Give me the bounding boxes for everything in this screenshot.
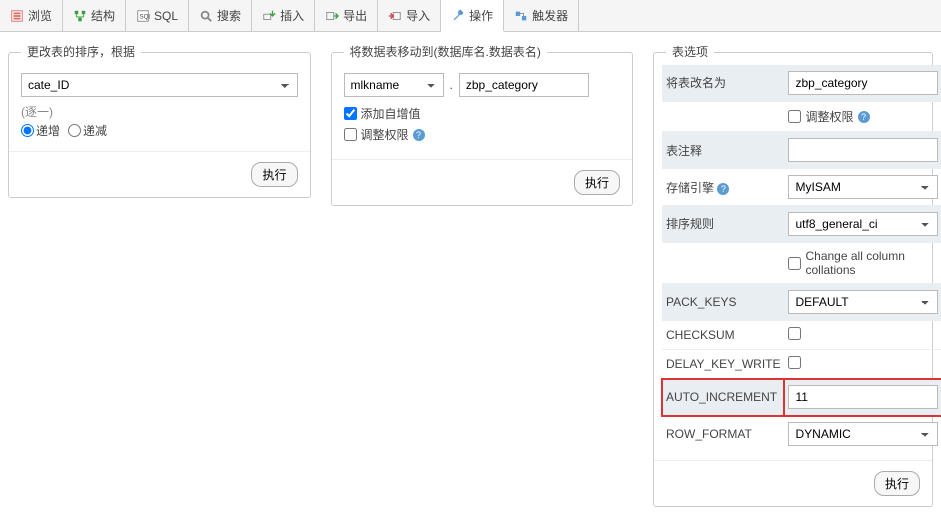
add-autoinc-label: 添加自增值 <box>361 105 421 122</box>
tab-label: 操作 <box>469 7 493 24</box>
tab-label: 浏览 <box>28 7 52 24</box>
import-icon <box>388 9 402 23</box>
insert-icon <box>262 9 276 23</box>
triggers-icon <box>514 9 528 23</box>
add-autoinc-checkbox[interactable] <box>344 107 357 120</box>
tab-label: 导出 <box>343 7 367 24</box>
tab-bar: 浏览 结构 SQLSQL 搜索 插入 导出 导入 操作 触发器 <box>0 0 941 32</box>
sort-asc-radio[interactable] <box>21 124 34 137</box>
tab-label: 插入 <box>280 7 304 24</box>
delay-key-write-label: DELAY_KEY_WRITE <box>662 350 784 379</box>
export-icon <box>325 9 339 23</box>
help-icon[interactable]: ? <box>413 129 425 141</box>
tab-label: 结构 <box>91 7 115 24</box>
rename-adjust-priv-label: 调整权限 <box>805 108 853 125</box>
tab-operations[interactable]: 操作 <box>441 0 504 32</box>
options-submit-button[interactable]: 执行 <box>874 471 920 496</box>
sort-submit-button[interactable]: 执行 <box>251 162 297 187</box>
tab-export[interactable]: 导出 <box>315 0 378 31</box>
change-collations-label: Change all column collations <box>805 249 938 277</box>
sort-asc-label: 递增 <box>36 122 60 139</box>
tab-label: 导入 <box>406 7 430 24</box>
change-collations-checkbox[interactable] <box>788 257 801 270</box>
sort-asc-option[interactable]: 递增 <box>21 122 60 139</box>
auto-increment-input[interactable] <box>788 385 938 409</box>
search-icon <box>199 9 213 23</box>
tab-search[interactable]: 搜索 <box>189 0 252 31</box>
collation-label: 排序规则 <box>662 206 784 243</box>
options-panel-title: 表选项 <box>666 43 714 60</box>
wrench-icon <box>451 8 465 22</box>
row-format-label: ROW_FORMAT <box>662 416 784 453</box>
sort-column-select[interactable]: cate_ID <box>21 73 298 97</box>
tab-import[interactable]: 导入 <box>378 0 441 31</box>
tab-browse[interactable]: 浏览 <box>0 0 63 31</box>
adjust-priv-label: 调整权限 <box>361 126 409 143</box>
sort-desc-label: 递减 <box>83 122 107 139</box>
rename-adjust-priv-checkbox[interactable] <box>788 110 801 123</box>
tab-structure[interactable]: 结构 <box>63 0 126 31</box>
dot-separator: . <box>450 78 453 92</box>
sort-desc-radio[interactable] <box>68 124 81 137</box>
adjust-priv-checkbox[interactable] <box>344 128 357 141</box>
structure-icon <box>73 9 87 23</box>
sql-icon: SQL <box>136 9 150 23</box>
tab-label: 触发器 <box>532 7 568 24</box>
help-icon[interactable]: ? <box>717 183 729 195</box>
help-icon[interactable]: ? <box>858 111 870 123</box>
delay-key-write-checkbox[interactable] <box>788 356 801 369</box>
rename-input[interactable] <box>788 71 938 95</box>
engine-select[interactable]: MyISAM <box>788 175 938 199</box>
tab-sql[interactable]: SQLSQL <box>126 0 189 31</box>
row-format-select[interactable]: DYNAMIC <box>788 422 938 446</box>
move-submit-button[interactable]: 执行 <box>574 170 620 195</box>
sort-desc-option[interactable]: 递减 <box>68 122 107 139</box>
collation-select[interactable]: utf8_general_ci <box>788 212 938 236</box>
sort-note: (逐一) <box>21 103 298 120</box>
tab-triggers[interactable]: 触发器 <box>504 0 579 31</box>
move-table-input[interactable] <box>459 73 589 97</box>
sort-panel-title: 更改表的排序，根据 <box>21 43 141 60</box>
tab-insert[interactable]: 插入 <box>252 0 315 31</box>
tab-label: SQL <box>154 9 178 23</box>
comment-label: 表注释 <box>662 132 784 169</box>
comment-input[interactable] <box>788 138 938 162</box>
pack-keys-select[interactable]: DEFAULT <box>788 290 938 314</box>
move-panel-title: 将数据表移动到(数据库名.数据表名) <box>344 43 547 60</box>
checksum-label: CHECKSUM <box>662 321 784 350</box>
engine-label: 存储引擎 <box>666 181 714 195</box>
pack-keys-label: PACK_KEYS <box>662 284 784 321</box>
auto-increment-label: AUTO_INCREMENT <box>662 379 784 416</box>
options-panel: 表选项 将表改名为 调整权限 ? 表注释 存储引擎 ?MyISAM 排序规则ut… <box>653 52 933 507</box>
tab-label: 搜索 <box>217 7 241 24</box>
move-db-select[interactable]: mlkname <box>344 73 444 97</box>
rename-label: 将表改名为 <box>662 65 784 101</box>
checksum-checkbox[interactable] <box>788 327 801 340</box>
sort-panel: 更改表的排序，根据 cate_ID (逐一) 递增 递减 执行 <box>8 52 311 198</box>
browse-icon <box>10 9 24 23</box>
move-panel: 将数据表移动到(数据库名.数据表名) mlkname . 添加自增值 调整权限 … <box>331 52 634 206</box>
svg-text:SQL: SQL <box>140 13 151 20</box>
